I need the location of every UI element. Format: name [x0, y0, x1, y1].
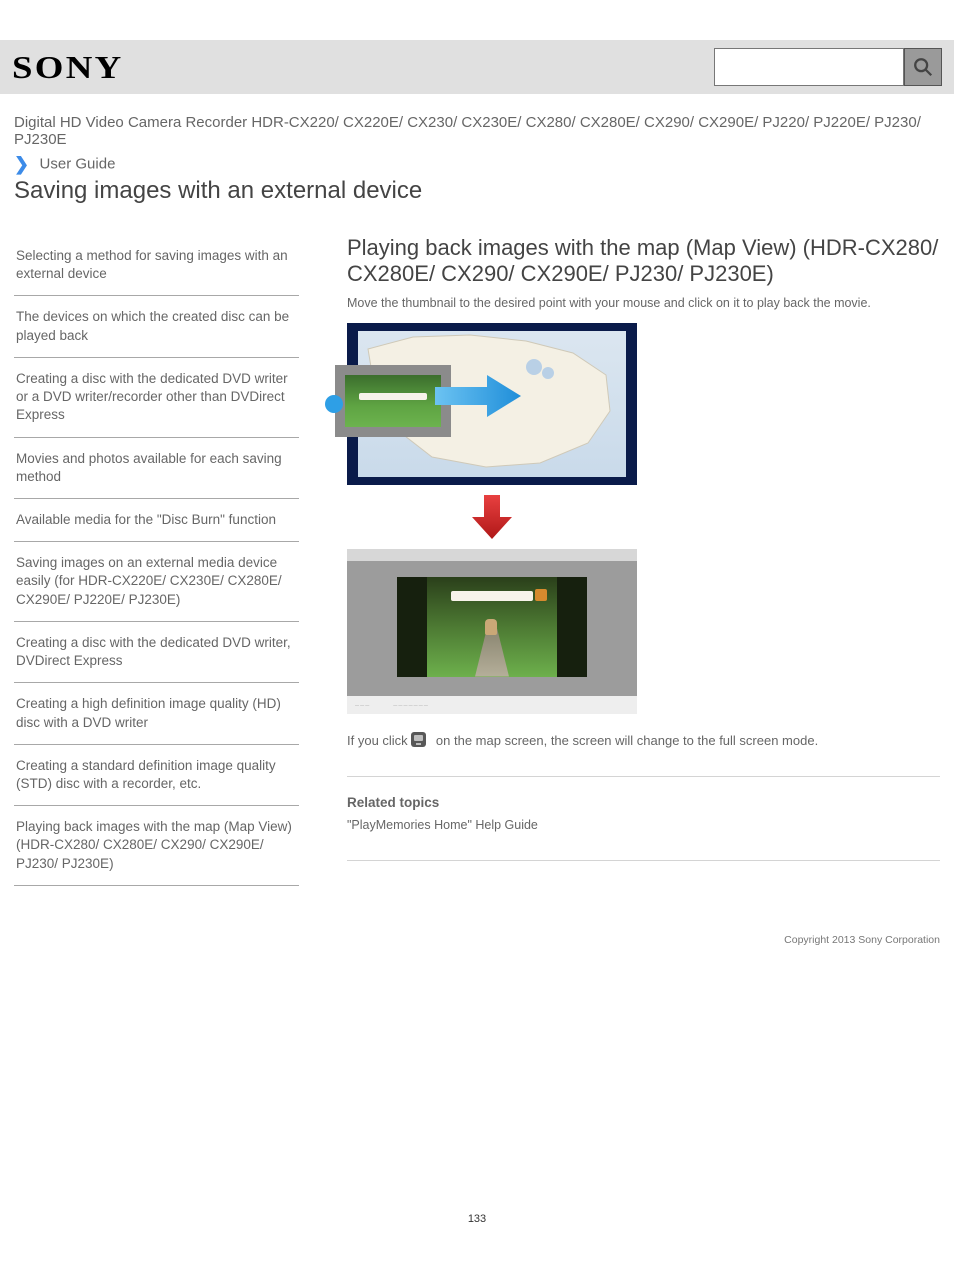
search-wrap [714, 48, 942, 86]
sidebar-item[interactable]: Movies and photos available for each sav… [14, 438, 299, 499]
dragged-thumbnail [335, 365, 451, 437]
sidebar-item[interactable]: Creating a disc with the dedicated DVD w… [14, 358, 299, 438]
separator [347, 776, 940, 777]
page-number: 133 [0, 1213, 954, 1225]
fullscreen-icon [411, 732, 426, 747]
sidebar-item[interactable]: The devices on which the created disc ca… [14, 296, 299, 357]
hint-text: If you click on the map screen, the scre… [347, 732, 940, 748]
sidebar-item[interactable]: Creating a disc with the dedicated DVD w… [14, 622, 299, 683]
drag-origin-dot-icon [325, 395, 343, 413]
arrow-right-icon [435, 373, 521, 419]
article-sub: Move the thumbnail to the desired point … [347, 295, 940, 313]
illustration: — — —— — — — — — — [347, 323, 637, 714]
product-title: Digital HD Video Camera Recorder HDR-CX2… [14, 114, 940, 148]
chevron-right-icon: ❯ [14, 154, 29, 175]
search-input[interactable] [714, 48, 904, 86]
sidebar-item[interactable]: Playing back images with the map (Map Vi… [14, 806, 299, 886]
page-heading: Saving images with an external device [14, 177, 940, 205]
sidebar-item[interactable]: Creating a high definition image quality… [14, 683, 299, 744]
sidebar-item[interactable]: Selecting a method for saving images wit… [14, 235, 299, 296]
header: SONY [0, 40, 954, 94]
copyright: Copyright 2013 Sony Corporation [14, 934, 940, 946]
search-icon [912, 56, 934, 78]
section-label: User Guide [40, 156, 116, 173]
map-screenshot [347, 323, 637, 485]
sidebar-item[interactable]: Available media for the "Disc Burn" func… [14, 499, 299, 542]
main-content: Playing back images with the map (Map Vi… [299, 235, 940, 886]
sidebar-item[interactable]: Creating a standard definition image qua… [14, 745, 299, 806]
separator [347, 860, 940, 861]
related-link[interactable]: "PlayMemories Home" Help Guide [347, 818, 940, 832]
brand-logo: SONY [12, 49, 123, 86]
article-heading: Playing back images with the map (Map Vi… [347, 235, 940, 287]
related-heading: Related topics [347, 795, 940, 810]
search-button[interactable] [904, 48, 942, 86]
playback-screenshot: — — —— — — — — — — [347, 549, 637, 714]
arrow-down-icon [468, 493, 516, 541]
sidebar: Selecting a method for saving images wit… [14, 235, 299, 886]
sidebar-item[interactable]: Saving images on an external media devic… [14, 542, 299, 622]
